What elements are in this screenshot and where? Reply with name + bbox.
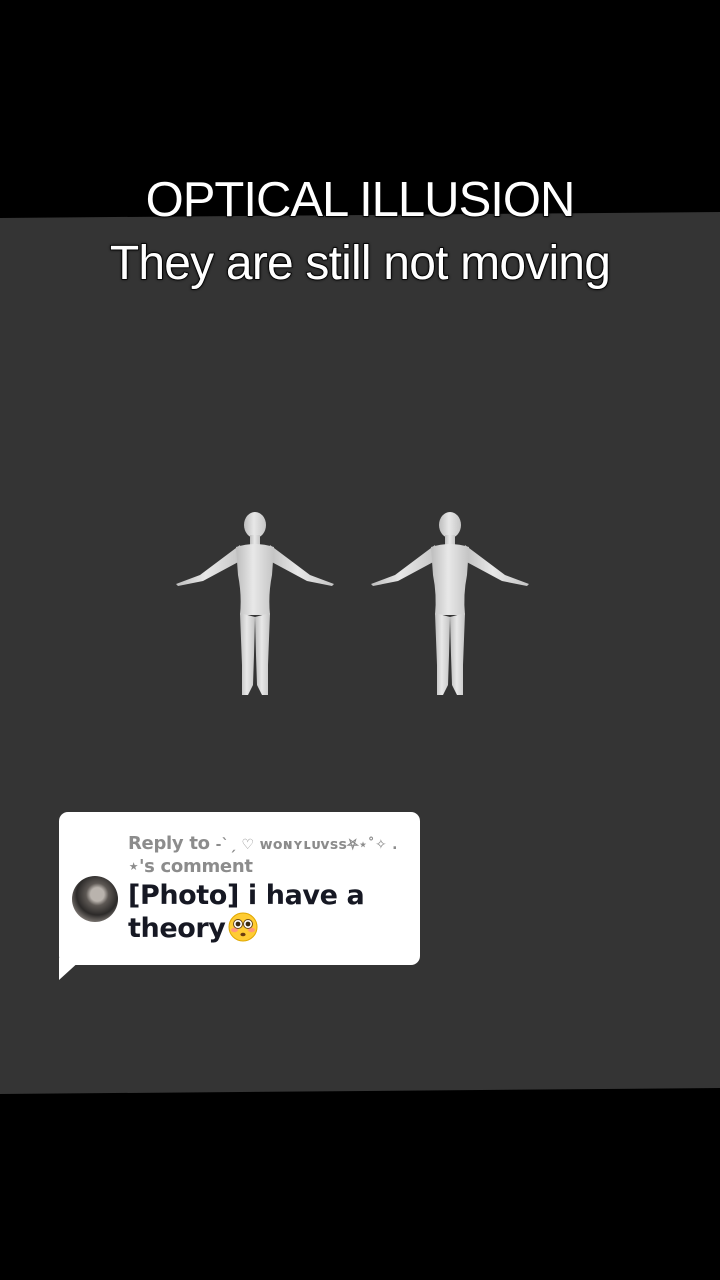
flushed-face-icon — [228, 912, 258, 942]
reply-header: Reply to -ˋˏ ♡ ᴡᴏɴʏʟᴜᴠꜱꜱ⛧⋆˚✧ . ⋆'s comme… — [128, 833, 413, 878]
reply-suffix: ⋆'s comment — [128, 856, 253, 877]
caption-title: OPTICAL ILLUSION — [145, 172, 576, 228]
commenter-avatar[interactable] — [72, 876, 118, 922]
mannequin-figure-left — [176, 512, 334, 695]
video-frame[interactable]: OPTICAL ILLUSION They are still not movi… — [0, 0, 720, 1280]
reply-prefix: Reply to — [128, 833, 216, 854]
reply-username[interactable]: -ˋˏ ♡ ᴡᴏɴʏʟᴜᴠꜱꜱ⛧⋆˚✧ . — [216, 837, 398, 853]
reply-comment-text: [Photo] i have a theory — [128, 879, 413, 945]
reply-card-tail — [59, 960, 81, 980]
caption-subtitle: They are still not moving — [109, 236, 612, 291]
mannequin-figure-right — [371, 512, 529, 695]
